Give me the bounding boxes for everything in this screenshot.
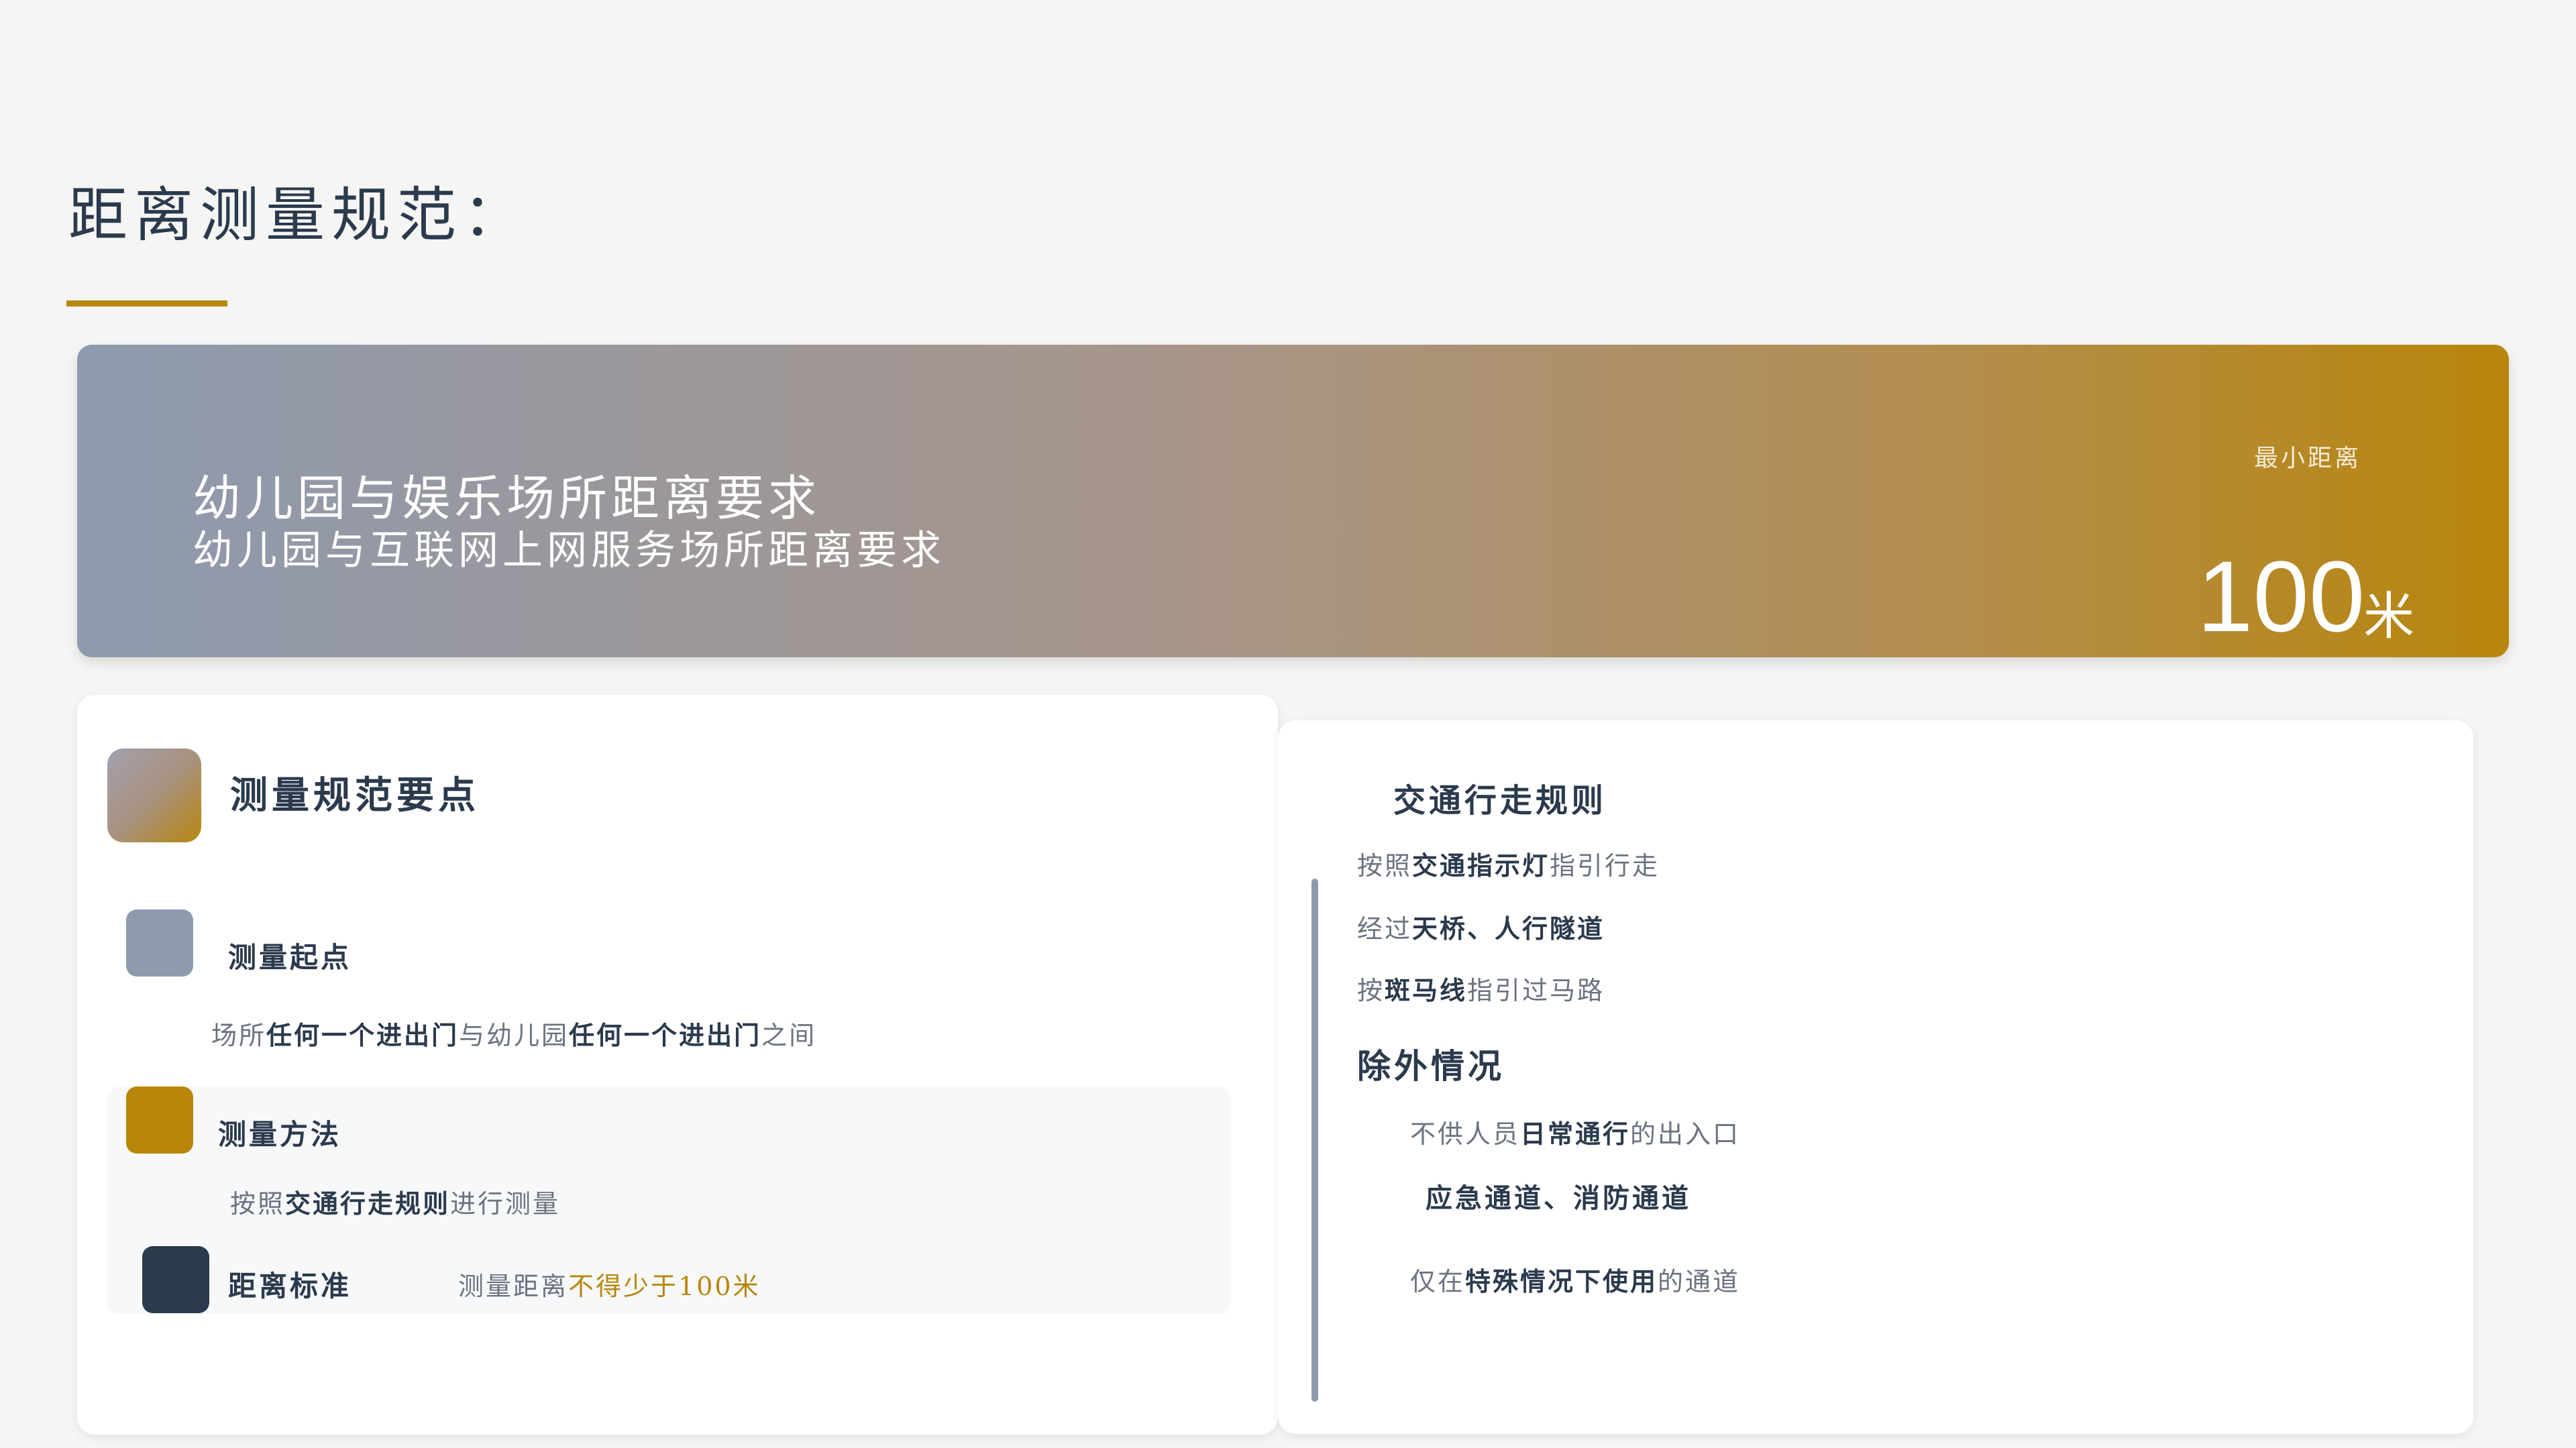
measurement-points-card: 测量规范要点 测量起点 场所任何一个进出门与幼儿园任何一个进出门之间 测量方法 …	[77, 695, 1278, 1435]
rule-item: 经过天桥、人行隧道	[1357, 913, 1605, 944]
accent-bar	[1311, 879, 1318, 1402]
hero-banner: 幼儿园与娱乐场所距离要求 幼儿园与互联网上网服务场所距离要求 最小距离 100 …	[77, 345, 2509, 657]
min-distance-label: 最小距离	[2254, 445, 2362, 472]
measure-gradient-icon	[107, 748, 201, 842]
page-title: 距离测量规范：	[68, 180, 529, 249]
rule-item: 按照交通指示灯指引行走	[1357, 850, 1660, 881]
item-desc-start: 场所任何一个进出门与幼儿园任何一个进出门之间	[211, 1020, 817, 1050]
hero-line-internet: 幼儿园与互联网上网服务场所距离要求	[193, 527, 945, 574]
title-underline	[66, 300, 227, 307]
method-icon	[126, 1087, 193, 1154]
exception-item: 仅在特殊情况下使用的通道	[1410, 1266, 1741, 1296]
traffic-rules-card: 交通行走规则 按照交通指示灯指引行走 经过天桥、人行隧道 按斑马线指引过马路 除…	[1278, 720, 2473, 1434]
traffic-rules-heading: 交通行走规则	[1393, 782, 1607, 820]
item-title-standard: 距离标准	[228, 1270, 352, 1302]
item-title-method: 测量方法	[218, 1118, 342, 1151]
standard-icon	[142, 1246, 209, 1313]
card-heading: 测量规范要点	[230, 773, 480, 818]
rule-item: 按斑马线指引过马路	[1357, 975, 1605, 1005]
min-distance-value: 100	[2197, 540, 2365, 653]
start-point-icon	[126, 909, 193, 977]
item-desc-standard: 测量距离不得少于100米	[458, 1272, 761, 1301]
exception-item: 不供人员日常通行的出入口	[1410, 1119, 1741, 1149]
item-title-start: 测量起点	[228, 941, 352, 974]
min-distance-unit: 米	[2363, 586, 2414, 646]
exceptions-heading: 除外情况	[1357, 1046, 1505, 1086]
item-desc-method: 按照交通行走规则进行测量	[230, 1188, 561, 1219]
exception-emergency: 应急通道、消防通道	[1426, 1182, 1691, 1214]
